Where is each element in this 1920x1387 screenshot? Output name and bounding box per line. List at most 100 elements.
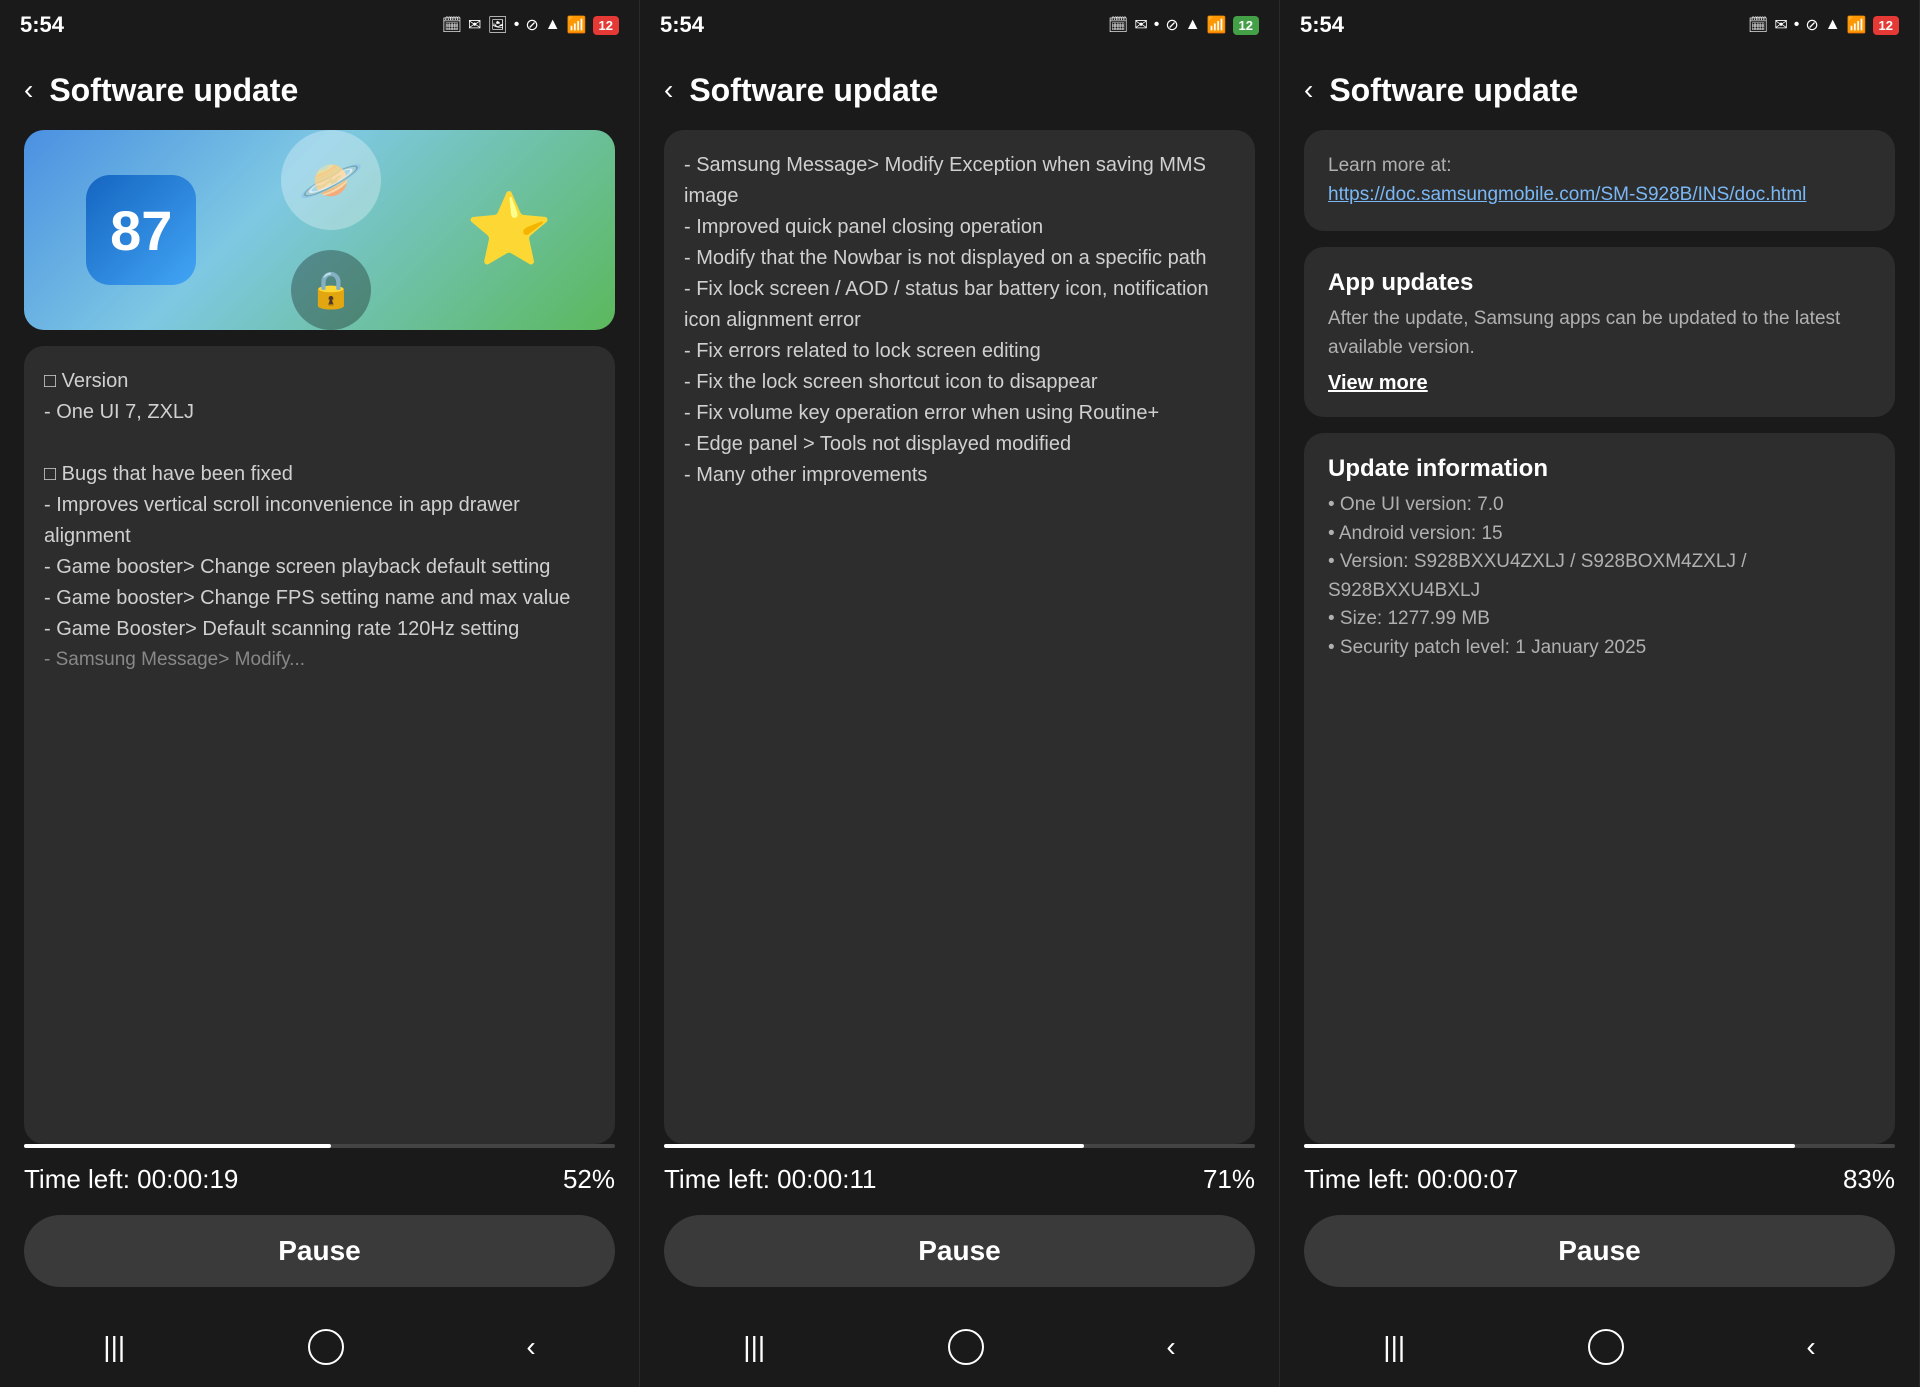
fix-8: - Edge panel > Tools not displayed modif… [684,429,1235,460]
view-more-link[interactable]: View more [1328,372,1871,395]
notification-icon-1: 🗓 [442,15,462,35]
update-info-box: Update information • One UI version: 7.0… [1304,433,1895,1144]
pause-button-3[interactable]: Pause [1304,1215,1895,1287]
progress-fill-3 [1304,1144,1795,1148]
progress-area-2: Time left: 00:00:11 71% [640,1144,1279,1215]
changelog-text-2: - Samsung Message> Modify Exception when… [684,150,1235,491]
mute-icon-3: ⊘ [1805,15,1818,35]
pause-btn-area-1: Pause [0,1215,639,1307]
planet-icon-1: 🪐 [281,130,381,230]
update-size: • Size: 1277.99 MB [1328,605,1871,634]
status-bar-3: 5:54 🗓 ✉ • ⊘ ▲ 📶 12 [1280,0,1919,50]
version-value: - One UI 7, ZXLJ [44,397,595,428]
nav-back-3[interactable]: ‹ [1782,1321,1839,1373]
nav-home-3[interactable] [1588,1329,1624,1365]
progress-info-1: Time left: 00:00:19 52% [24,1164,615,1195]
page-title-3: Software update [1329,72,1578,109]
battery-badge-1: 12 [593,16,619,35]
status-time-3: 5:54 [1300,12,1344,38]
update-info-title: Update information [1328,455,1871,483]
wifi-icon-3: ▲ [1825,16,1841,34]
fix-2: - Improved quick panel closing operation [684,212,1235,243]
battery-badge-2: 12 [1233,16,1259,35]
page-header-1: ‹ Software update [0,50,639,130]
app-updates-title: App updates [1328,269,1871,297]
learn-more-label: Learn more at: [1328,152,1871,181]
back-button-3[interactable]: ‹ [1304,74,1313,106]
mail-icon-2: ✉ [1134,15,1147,35]
page-title-1: Software update [49,72,298,109]
bug-1: - Improves vertical scroll inconvenience… [44,490,595,552]
content-area-3: Learn more at: https://doc.samsungmobile… [1280,130,1919,1144]
nav-recent-1[interactable]: ||| [79,1321,149,1373]
fix-5: - Fix errors related to lock screen edit… [684,336,1235,367]
dot-icon-3: • [1794,16,1800,34]
status-icons-2: 🗓 ✉ • ⊘ ▲ 📶 12 [1108,15,1259,35]
app-updates-text: After the update, Samsung apps can be up… [1328,305,1871,362]
page-header-2: ‹ Software update [640,50,1279,130]
bug-5-fade: - Samsung Message> Modify... [44,645,595,674]
pause-button-1[interactable]: Pause [24,1215,615,1287]
dot-icon-1: • [514,16,520,34]
update-version-string: • Version: S928BXXU4ZXLJ / S928BOXM4ZXLJ… [1328,548,1871,605]
back-button-2[interactable]: ‹ [664,74,673,106]
notification-icon-3: 🗓 [1748,15,1768,35]
phone-panel-3: 5:54 🗓 ✉ • ⊘ ▲ 📶 12 ‹ Software update Le… [1280,0,1920,1387]
update-ui-version: • One UI version: 7.0 [1328,491,1871,520]
percent-3: 83% [1843,1164,1895,1195]
content-box-1: □ Version - One UI 7, ZXLJ □ Bugs that h… [24,346,615,1144]
progress-info-3: Time left: 00:00:07 83% [1304,1164,1895,1195]
percent-1: 52% [563,1164,615,1195]
nav-recent-3[interactable]: ||| [1359,1321,1429,1373]
mute-icon-1: ⊘ [525,15,538,35]
update-info-items: • One UI version: 7.0 • Android version:… [1328,491,1871,662]
star-icon-1: ⭐ [466,189,553,271]
nav-bar-1: ||| ‹ [0,1307,639,1387]
number-badge-1: 87 [86,175,196,285]
nav-recent-2[interactable]: ||| [719,1321,789,1373]
fix-4: - Fix lock screen / AOD / status bar bat… [684,274,1235,336]
status-time-1: 5:54 [20,12,64,38]
phone-panel-2: 5:54 🗓 ✉ • ⊘ ▲ 📶 12 ‹ Software update - … [640,0,1280,1387]
wifi-icon-2: ▲ [1185,16,1201,34]
nav-home-1[interactable] [308,1329,344,1365]
bugs-header: □ Bugs that have been fixed [44,459,595,490]
fix-1: - Samsung Message> Modify Exception when… [684,150,1235,212]
progress-fill-1 [24,1144,331,1148]
progress-track-1 [24,1144,615,1148]
fix-3: - Modify that the Nowbar is not displaye… [684,243,1235,274]
progress-fill-2 [664,1144,1084,1148]
nav-back-1[interactable]: ‹ [502,1321,559,1373]
pause-btn-area-2: Pause [640,1215,1279,1307]
bug-4: - Game Booster> Default scanning rate 12… [44,614,595,645]
mail-icon-3: ✉ [1774,15,1787,35]
time-left-3: Time left: 00:00:07 [1304,1164,1518,1195]
content-area-2: - Samsung Message> Modify Exception when… [640,130,1279,1144]
status-time-2: 5:54 [660,12,704,38]
status-bar-1: 5:54 🗓 ✉ 🖼 • ⊘ ▲ 📶 12 [0,0,639,50]
update-android-version: • Android version: 15 [1328,520,1871,549]
time-left-1: Time left: 00:00:19 [24,1164,238,1195]
nav-bar-3: ||| ‹ [1280,1307,1919,1387]
app-image-icons-1: 87 🪐 🔒 ⭐ [24,130,615,330]
wifi-icon-1: ▲ [545,16,561,34]
app-updates-box: App updates After the update, Samsung ap… [1304,247,1895,417]
pause-button-2[interactable]: Pause [664,1215,1255,1287]
progress-track-3 [1304,1144,1895,1148]
phone-panel-1: 5:54 🗓 ✉ 🖼 • ⊘ ▲ 📶 12 ‹ Software update … [0,0,640,1387]
nav-back-2[interactable]: ‹ [1142,1321,1199,1373]
bug-3: - Game booster> Change FPS setting name … [44,583,595,614]
changelog-text-1: □ Version - One UI 7, ZXLJ □ Bugs that h… [44,366,595,674]
learn-more-url[interactable]: https://doc.samsungmobile.com/SM-S928B/I… [1328,181,1871,210]
back-button-1[interactable]: ‹ [24,74,33,106]
progress-area-3: Time left: 00:00:07 83% [1280,1144,1919,1215]
fix-6: - Fix the lock screen shortcut icon to d… [684,367,1235,398]
page-title-2: Software update [689,72,938,109]
signal-icon-1: 📶 [567,15,587,35]
status-icons-3: 🗓 ✉ • ⊘ ▲ 📶 12 [1748,15,1899,35]
battery-badge-3: 12 [1873,16,1899,35]
progress-track-2 [664,1144,1255,1148]
dot-icon-2: • [1154,16,1160,34]
status-bar-2: 5:54 🗓 ✉ • ⊘ ▲ 📶 12 [640,0,1279,50]
nav-home-2[interactable] [948,1329,984,1365]
